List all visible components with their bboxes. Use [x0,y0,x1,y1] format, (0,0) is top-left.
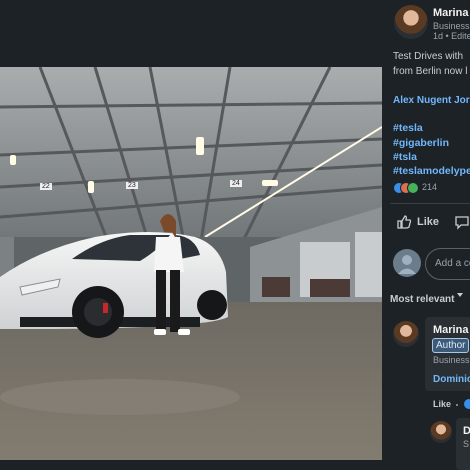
thumbs-up-icon [397,215,412,229]
author-name[interactable]: Marina [433,7,468,19]
hashtag-link[interactable]: #gigaberlin [393,137,449,149]
post-photo[interactable]: 22 23 24 [0,67,382,460]
comment-icon[interactable] [454,214,470,230]
separator-dot [456,404,458,406]
post-text-line: Test Drives with [393,51,464,62]
sort-label: Most relevant [390,294,455,305]
post-detail-panel: Marina Business 1d • Edite Test Drives w… [382,0,470,470]
celebrate-reaction-icon [407,182,419,194]
reaction-count: 214 [422,182,438,192]
comment-bubble: Marina Author Business Dominic [425,317,470,391]
image-viewer: 22 23 24 [0,0,382,470]
author-badge: Author [432,338,470,353]
reactions-summary[interactable]: 214 [393,182,463,194]
post-text-line: from Berlin now l [393,66,468,77]
like-reaction-icon [464,399,470,409]
author-meta: Business [433,21,470,31]
commenter-avatar[interactable] [393,321,419,347]
divider [390,203,470,204]
caret-down-icon [457,293,463,297]
hashtag-link[interactable]: #tsla [393,151,417,163]
pillar-label: 24 [230,180,242,187]
comment-mention-link[interactable]: Dominic [433,374,470,385]
post-time: 1d • Edite [433,31,470,41]
mention-link[interactable]: Alex Nugent Jor [393,95,470,106]
hashtag-link[interactable]: #tesla [393,122,423,134]
garage-scene-image [0,67,382,460]
pillar-label: 22 [40,183,52,190]
reply-bubble: D S [456,418,470,470]
person-icon [398,255,416,274]
like-button[interactable]: Like [396,211,446,233]
sort-dropdown[interactable]: Most relevant [390,289,470,305]
comment-input[interactable]: Add a co [425,248,470,280]
commenter-name[interactable]: Marina [433,324,468,336]
like-label: Like [417,216,440,228]
reply-meta: S [463,439,470,449]
comment-input-placeholder: Add a co [435,258,470,269]
commenter-meta: Business [433,355,470,365]
hashtag-link[interactable]: #teslamodelype [393,165,470,177]
pillar-label: 23 [126,182,138,189]
comment-like-button[interactable]: Like [433,399,451,409]
reply-avatar[interactable] [430,421,452,443]
comment-like-label: Like [433,399,452,409]
user-avatar [393,249,421,277]
author-avatar[interactable] [394,5,428,39]
reply-author-name[interactable]: D [463,425,470,437]
